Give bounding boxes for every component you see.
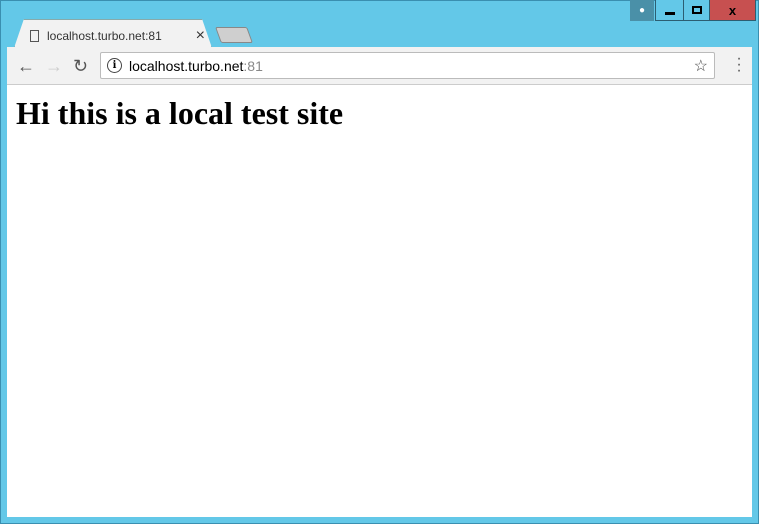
address-bar[interactable]: i localhost.turbo.net:81 ☆ [100,52,715,79]
tab-close-button[interactable]: × [196,27,205,45]
forward-button[interactable]: → [45,56,63,77]
maximize-button[interactable] [683,0,710,21]
minimize-button[interactable] [655,0,684,21]
close-window-button[interactable]: x [709,0,756,21]
reload-button[interactable]: ↻ [73,56,88,77]
user-profile-button[interactable]: ● [630,0,654,21]
new-tab-button[interactable] [215,27,253,43]
url-host: localhost.turbo.net [129,57,244,74]
toolbar: ← → ↻ i localhost.turbo.net:81 ☆ · · · [7,47,752,85]
user-icon: ● [638,5,646,16]
tab-title[interactable]: localhost.turbo.net:81 [47,29,196,43]
page-heading: Hi this is a local test site [16,95,344,131]
url-port: :81 [243,57,263,74]
menu-button[interactable]: · · · [736,51,742,79]
back-button[interactable]: ← [17,56,35,77]
bookmark-star-icon[interactable]: ☆ [694,56,708,76]
close-icon: x [728,2,737,18]
page-icon [30,30,39,42]
page-content: Hi this is a local test site [7,85,752,517]
minimize-icon [664,11,675,15]
maximize-icon [691,6,702,14]
info-icon[interactable]: i [107,58,122,73]
